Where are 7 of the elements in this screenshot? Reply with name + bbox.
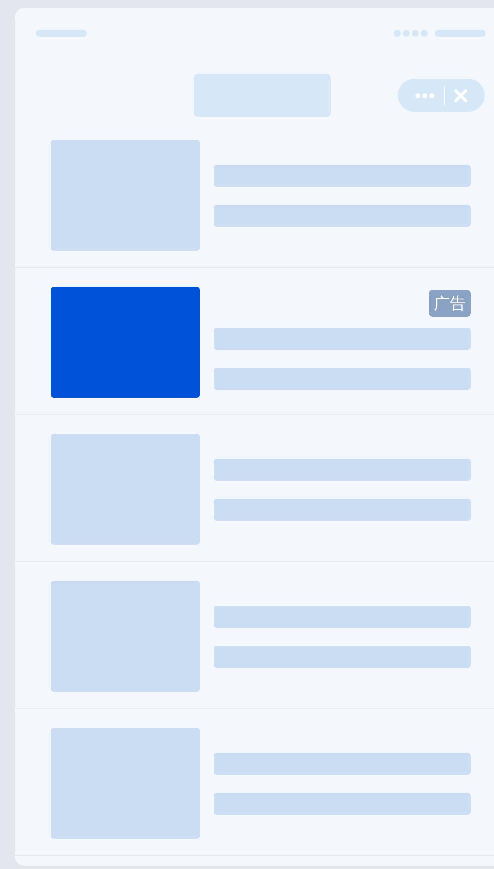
time-placeholder	[36, 30, 87, 37]
ad-badge: 广告	[429, 290, 471, 316]
more-icon[interactable]	[415, 92, 435, 98]
ad-image[interactable]	[51, 287, 200, 398]
signal-dots-icon	[394, 30, 428, 37]
close-icon[interactable]	[454, 88, 468, 102]
battery-placeholder	[435, 30, 486, 37]
